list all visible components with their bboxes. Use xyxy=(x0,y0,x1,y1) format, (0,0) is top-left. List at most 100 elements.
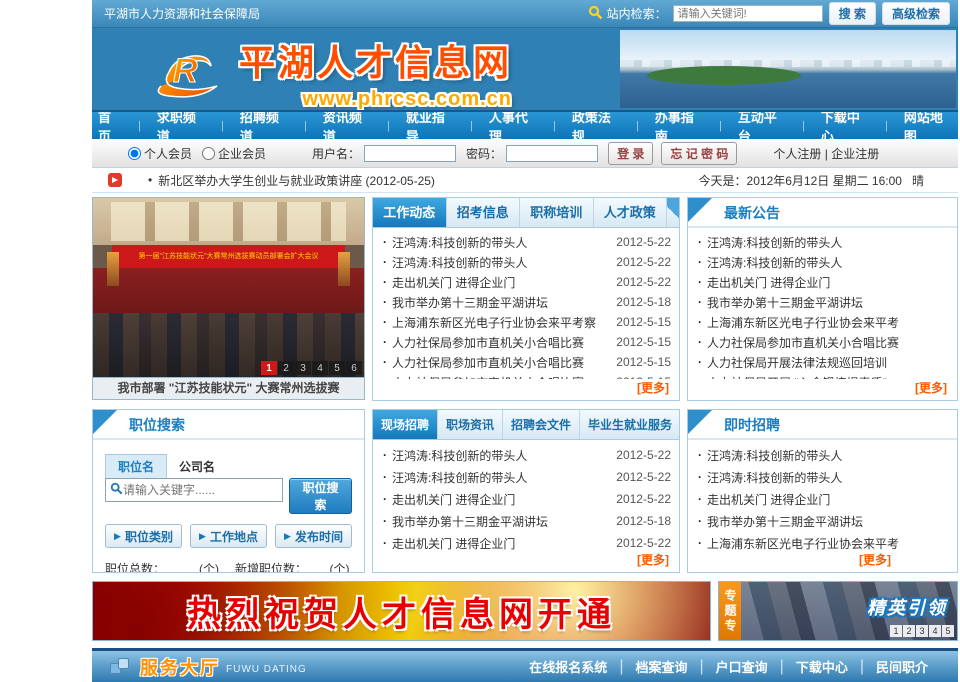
forgot-password-button[interactable]: 忘 记 密 码 xyxy=(661,142,737,165)
nav-item-download[interactable]: 下载中心 xyxy=(815,107,875,145)
instant-item[interactable]: ·走出机关门 进得企业门 xyxy=(696,488,949,510)
photo-slideshow[interactable]: 第一届"江苏技能状元"大赛常州选拔赛动员部署会扩大会议 1 2 3 4 5 6 xyxy=(92,197,365,378)
news-item[interactable]: ·走出机关门 进得企业门2012-5-22 xyxy=(381,272,671,292)
username-field[interactable] xyxy=(364,145,456,162)
nav-item-sitemap[interactable]: 网站地图 xyxy=(898,107,958,145)
slideshow-page-2[interactable]: 2 xyxy=(278,361,294,375)
company-register-link[interactable]: 企业注册 xyxy=(831,147,879,161)
tab-exam-info[interactable]: 招考信息 xyxy=(447,198,521,227)
site-logo[interactable]: R 平湖人才信息网 www.phrcsc.com.cn xyxy=(147,34,512,111)
filter-publish-time[interactable]: ▶发布时间 xyxy=(275,524,352,548)
news-item[interactable]: ·人力社保局参加市直机关小合唱比赛2012-5-15 xyxy=(381,372,671,379)
site-search-input[interactable] xyxy=(673,5,823,22)
side-page-2[interactable]: 2 xyxy=(903,625,915,637)
celebration-banner-text: 热烈祝贺人才信息网开通 xyxy=(187,587,616,636)
news-item[interactable]: ·上海浦东新区光电子行业协会来平考察2012-5-15 xyxy=(381,312,671,332)
side-page-1[interactable]: 1 xyxy=(890,625,902,637)
slideshow-page-6[interactable]: 6 xyxy=(346,361,362,375)
recruit-item[interactable]: ·走出机关门 进得企业门2012-5-22 xyxy=(381,532,671,551)
instant-item[interactable]: ·上海浦东新区光电子行业协会来平考 xyxy=(696,532,949,551)
tab-title-training[interactable]: 职称培训 xyxy=(520,198,594,227)
tab-work-news[interactable]: 工作动态 xyxy=(373,198,447,227)
tab-onsite-recruit[interactable]: 现场招聘 xyxy=(373,410,438,439)
announcement-item[interactable]: ·汪鸿涛:科技创新的带头人 xyxy=(696,252,949,272)
nav-item-home[interactable]: 首页 xyxy=(92,107,128,145)
side-page-3[interactable]: 3 xyxy=(916,625,928,637)
login-button[interactable]: 登 录 xyxy=(608,142,653,165)
announcements-more-link[interactable]: [更多] xyxy=(688,379,957,400)
footer-link-archive-query[interactable]: 档案查询 xyxy=(635,657,687,676)
slideshow-caption[interactable]: 我市部署 "江苏技能状元" 大赛常州选拔赛 xyxy=(92,378,365,400)
recruit-item[interactable]: ·汪鸿涛:科技创新的带头人2012-5-22 xyxy=(381,466,671,488)
tab-talent-policy[interactable]: 人才政策 xyxy=(594,198,668,227)
site-search-button[interactable]: 搜 索 xyxy=(829,2,876,25)
company-member-radio[interactable] xyxy=(202,147,215,160)
footer-link-download[interactable]: 下载中心 xyxy=(796,657,848,676)
footer-title: 服务大厅 xyxy=(140,654,220,680)
keyword-input[interactable] xyxy=(123,483,278,497)
nav-separator: | xyxy=(553,120,556,132)
slideshow-page-1[interactable]: 1 xyxy=(261,361,277,375)
slideshow-page-5[interactable]: 5 xyxy=(329,361,345,375)
password-field[interactable] xyxy=(506,145,598,162)
side-page-5[interactable]: 5 xyxy=(942,625,954,637)
nav-item-hr-agency[interactable]: 人事代理 xyxy=(483,107,543,145)
nav-item-interactive[interactable]: 互动平台 xyxy=(732,107,792,145)
photo-sconce-left xyxy=(107,252,119,286)
news-item[interactable]: ·人力社保局参加市直机关小合唱比赛2012-5-15 xyxy=(381,352,671,372)
job-search-button[interactable]: 职位搜索 xyxy=(289,478,352,514)
personal-member-label[interactable]: 个人会员 xyxy=(144,145,192,162)
tab-jobfair-files[interactable]: 招聘会文件 xyxy=(503,410,580,439)
nav-item-news[interactable]: 资讯频道 xyxy=(317,107,377,145)
announcement-item[interactable]: ·人力社保局开展 "入企锻炼提素质" xyxy=(696,372,949,379)
footer-link-online-signup[interactable]: 在线报名系统 xyxy=(529,657,607,676)
side-page-4[interactable]: 4 xyxy=(929,625,941,637)
recruit-item[interactable]: ·汪鸿涛:科技创新的带头人2012-5-22 xyxy=(381,444,671,466)
arrow-icon: ▶ xyxy=(199,531,206,542)
announcement-item[interactable]: ·汪鸿涛:科技创新的带头人 xyxy=(696,232,949,252)
special-column-banner: 专题专栏 精英引领 1 2 3 4 5 xyxy=(718,581,958,641)
news-item[interactable]: ·汪鸿涛:科技创新的带头人2012-5-22 xyxy=(381,232,671,252)
ticker-icon xyxy=(108,173,122,187)
footer-link-hukou-query[interactable]: 户口查询 xyxy=(716,657,768,676)
filter-work-location[interactable]: ▶工作地点 xyxy=(190,524,267,548)
news-item[interactable]: ·我市举办第十三期金平湖讲坛2012-5-18 xyxy=(381,292,671,312)
celebration-banner[interactable]: 热烈祝贺人才信息网开通 xyxy=(92,581,711,641)
tab-graduate-service[interactable]: 毕业生就业服务 xyxy=(580,410,680,439)
nav-item-guidance[interactable]: 就业指导 xyxy=(400,107,460,145)
personal-member-radio[interactable] xyxy=(128,147,141,160)
nav-item-jobseeker[interactable]: 求职频道 xyxy=(151,107,211,145)
tab-position-name[interactable]: 职位名 xyxy=(105,454,167,478)
nav-item-recruit[interactable]: 招聘频道 xyxy=(234,107,294,145)
instant-item[interactable]: ·汪鸿涛:科技创新的带头人 xyxy=(696,444,949,466)
filter-job-category[interactable]: ▶职位类别 xyxy=(105,524,182,548)
tab-company-name[interactable]: 公司名 xyxy=(167,455,227,478)
recruit-item[interactable]: ·走出机关门 进得企业门2012-5-22 xyxy=(381,488,671,510)
personal-register-link[interactable]: 个人注册 xyxy=(773,147,821,161)
company-member-label[interactable]: 企业会员 xyxy=(218,145,266,162)
news-item[interactable]: ·汪鸿涛:科技创新的带头人2012-5-22 xyxy=(381,252,671,272)
announcement-item[interactable]: ·上海浦东新区光电子行业协会来平考 xyxy=(696,312,949,332)
instant-item[interactable]: ·我市举办第十三期金平湖讲坛 xyxy=(696,510,949,532)
slideshow-page-4[interactable]: 4 xyxy=(312,361,328,375)
nav-item-policy[interactable]: 政策法规 xyxy=(566,107,626,145)
elite-photo[interactable]: 精英引领 1 2 3 4 5 xyxy=(741,582,957,640)
announcement-item[interactable]: ·走出机关门 进得企业门 xyxy=(696,272,949,292)
news-date: 2012-5-22 xyxy=(613,275,671,289)
recruit-item[interactable]: ·我市举办第十三期金平湖讲坛2012-5-18 xyxy=(381,510,671,532)
tab-career-news[interactable]: 职场资讯 xyxy=(438,410,503,439)
nav-item-service-guide[interactable]: 办事指南 xyxy=(649,107,709,145)
announcement-item[interactable]: ·人力社保局参加市直机关小合唱比赛 xyxy=(696,332,949,352)
footer-link-private-agency[interactable]: 民间职介 xyxy=(876,657,928,676)
recruit-title: 汪鸿涛:科技创新的带头人 xyxy=(392,447,613,464)
news-more-link[interactable]: [更多] xyxy=(373,379,679,400)
ticker-headline[interactable]: 新北区举办大学生创业与就业政策讲座 (2012-05-25) xyxy=(158,172,435,189)
slideshow-page-3[interactable]: 3 xyxy=(295,361,311,375)
instant-more-link[interactable]: [更多] xyxy=(688,551,957,572)
advanced-search-button[interactable]: 高级检索 xyxy=(882,2,950,25)
recruit-more-link[interactable]: [更多] xyxy=(373,551,679,572)
announcement-item[interactable]: ·人力社保局开展法律法规巡回培训 xyxy=(696,352,949,372)
announcement-item[interactable]: ·我市举办第十三期金平湖讲坛 xyxy=(696,292,949,312)
news-item[interactable]: ·人力社保局参加市直机关小合唱比赛2012-5-15 xyxy=(381,332,671,352)
instant-item[interactable]: ·汪鸿涛:科技创新的带头人 xyxy=(696,466,949,488)
